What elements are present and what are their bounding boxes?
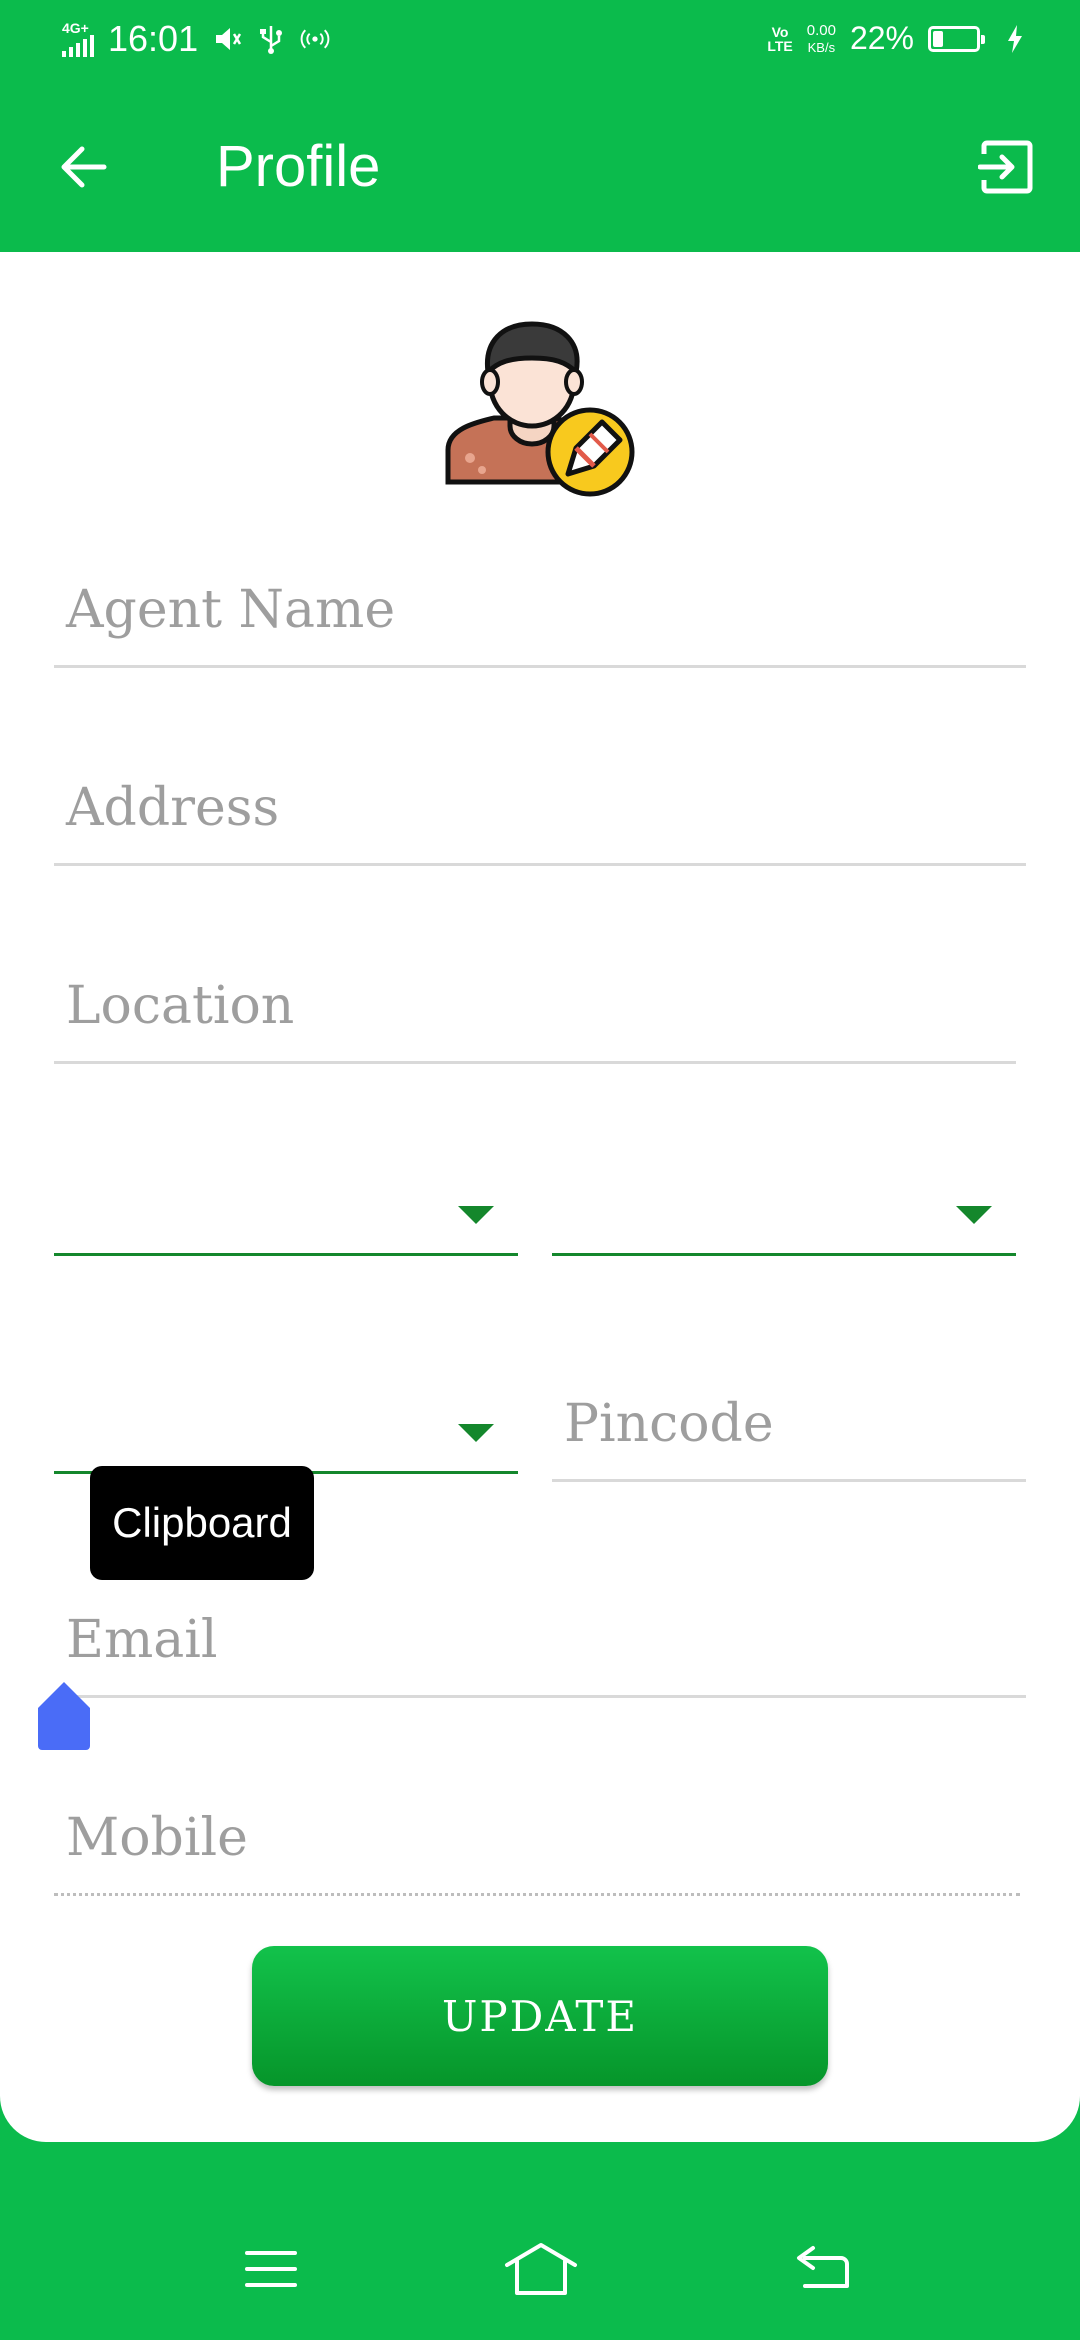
email-underline [54, 1695, 1026, 1698]
home-icon [505, 2243, 577, 2295]
speed-value: 0.00 [806, 21, 836, 39]
mobile-field[interactable]: Mobile [54, 1796, 1020, 1896]
dropdown-2[interactable] [552, 1176, 1016, 1256]
signal-icon [62, 35, 94, 57]
profile-card: Agent Name Address Location Pincode Emai… [0, 252, 1080, 2142]
status-right: Vo LTE 0.00 KB/s 22% [767, 20, 1030, 57]
volte-indicator: Vo LTE [767, 25, 792, 53]
home-button[interactable] [496, 2234, 586, 2304]
dropdown-1-underline [54, 1253, 518, 1256]
status-bar: 4G+ 16:01 Vo LTE 0.00 KB/s 22% [0, 0, 1080, 84]
clipboard-tooltip[interactable]: Clipboard [90, 1466, 314, 1580]
app-bar: Profile [0, 84, 1080, 252]
system-nav-bar [0, 2200, 1080, 2340]
dropdown-caret-icon [458, 1206, 494, 1224]
volte-label-bottom: LTE [767, 37, 793, 54]
address-placeholder: Address [66, 778, 280, 838]
charging-icon [1000, 24, 1030, 54]
location-field[interactable]: Location [54, 964, 1016, 1064]
back-nav-button[interactable] [776, 2234, 866, 2304]
pincode-field[interactable]: Pincode [552, 1382, 1026, 1482]
email-placeholder: Email [66, 1610, 218, 1670]
edit-profile-avatar[interactable] [440, 302, 640, 502]
network-type: 4G+ [62, 20, 89, 36]
address-field[interactable]: Address [54, 766, 1026, 866]
dropdown-2-underline [552, 1253, 1016, 1256]
pincode-placeholder: Pincode [564, 1394, 774, 1454]
agent-name-placeholder: Agent Name [66, 580, 396, 640]
email-field[interactable]: Email [54, 1598, 1026, 1698]
status-left: 4G+ 16:01 [62, 18, 330, 60]
network-speed: 0.00 KB/s [807, 22, 836, 56]
dropdown-3[interactable] [54, 1394, 518, 1474]
agent-name-field[interactable]: Agent Name [54, 568, 1026, 668]
text-cursor-handle-icon[interactable] [36, 1680, 92, 1752]
menu-button[interactable] [226, 2234, 316, 2304]
mobile-underline [54, 1893, 1020, 1896]
address-underline [54, 863, 1026, 866]
battery-level [933, 30, 943, 47]
back-icon [797, 2246, 849, 2288]
arrow-left-icon [61, 146, 107, 188]
menu-icon [245, 2251, 297, 2287]
agent-name-underline [54, 665, 1026, 668]
mobile-placeholder: Mobile [66, 1808, 248, 1868]
page-title: Profile [216, 134, 381, 199]
hotspot-icon [300, 24, 330, 54]
logout-icon [978, 140, 1033, 194]
update-button[interactable]: UPDATE [252, 1946, 828, 2086]
pincode-underline [552, 1479, 1026, 1482]
usb-icon [256, 24, 286, 54]
dropdown-1[interactable] [54, 1176, 518, 1256]
status-time: 16:01 [108, 18, 199, 59]
speed-unit: KB/s [807, 39, 836, 55]
location-underline [54, 1061, 1016, 1064]
signal-indicator: 4G+ [62, 21, 94, 57]
location-placeholder: Location [66, 976, 295, 1036]
volte-label-top: Vo [771, 23, 789, 40]
dropdown-caret-icon [458, 1424, 494, 1442]
mute-icon [212, 24, 242, 54]
battery-icon [928, 25, 985, 52]
back-button[interactable] [50, 134, 116, 200]
logout-button[interactable] [974, 134, 1040, 200]
battery-percent: 22% [849, 20, 914, 56]
dropdown-caret-icon [956, 1206, 992, 1224]
